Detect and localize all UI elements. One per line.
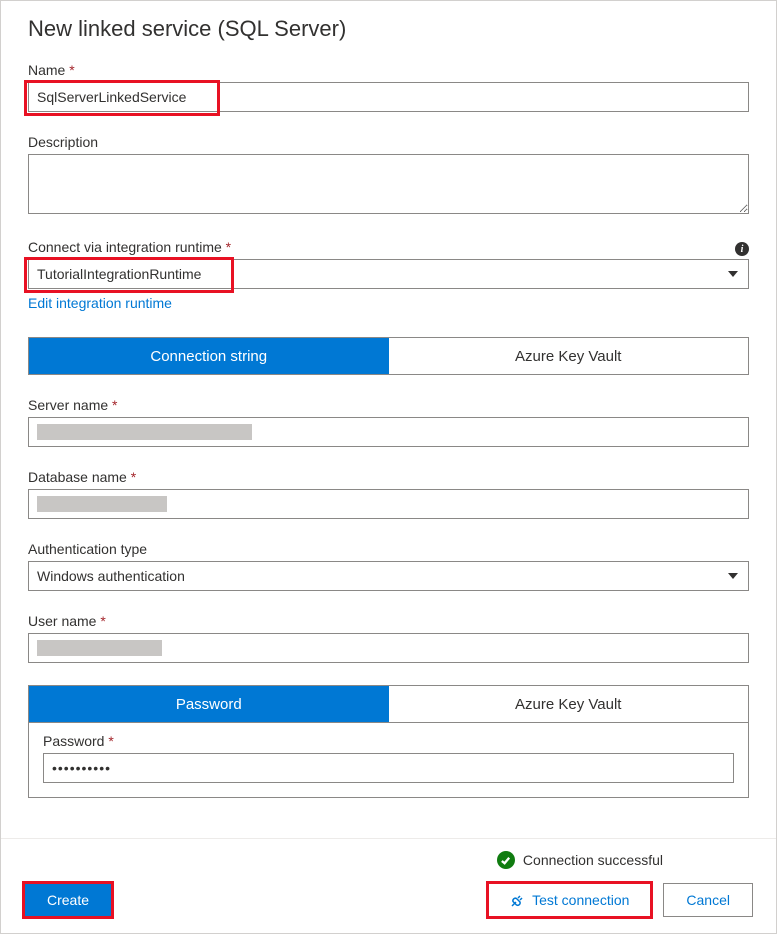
password-input[interactable] [43, 753, 734, 783]
name-input[interactable] [28, 82, 749, 112]
auth-type-select[interactable]: Windows authentication [28, 561, 749, 591]
plug-icon [510, 892, 526, 908]
database-name-input[interactable] [28, 489, 749, 519]
runtime-label: Connect via integration runtime [28, 239, 231, 255]
info-icon[interactable]: i [735, 242, 749, 256]
user-name-label: User name [28, 613, 749, 629]
runtime-value: TutorialIntegrationRuntime [37, 266, 201, 282]
footer: Connection successful Create Test connec… [0, 838, 777, 934]
page-title: New linked service (SQL Server) [28, 16, 749, 42]
connection-tab-row: Connection string Azure Key Vault [28, 337, 749, 375]
create-button[interactable]: Create [24, 883, 112, 917]
chevron-down-icon [728, 271, 738, 277]
auth-type-value: Windows authentication [37, 568, 185, 584]
tab-azure-key-vault[interactable]: Azure Key Vault [389, 338, 749, 374]
cancel-button[interactable]: Cancel [663, 883, 753, 917]
status-text: Connection successful [523, 852, 663, 868]
description-label: Description [28, 134, 749, 150]
description-input[interactable] [28, 154, 749, 214]
edit-runtime-link[interactable]: Edit integration runtime [28, 295, 172, 311]
test-connection-label: Test connection [532, 892, 629, 908]
password-tab-row: Password Azure Key Vault [28, 685, 749, 723]
tab-connection-string[interactable]: Connection string [29, 338, 389, 374]
success-icon [497, 851, 515, 869]
name-label: Name [28, 62, 749, 78]
database-name-label: Database name [28, 469, 749, 485]
runtime-select[interactable]: TutorialIntegrationRuntime [28, 259, 749, 289]
server-name-input[interactable] [28, 417, 749, 447]
password-block: Password [28, 723, 749, 798]
chevron-down-icon [728, 573, 738, 579]
user-name-input[interactable] [28, 633, 749, 663]
auth-type-label: Authentication type [28, 541, 749, 557]
tab-password-akv[interactable]: Azure Key Vault [389, 686, 749, 722]
server-name-label: Server name [28, 397, 749, 413]
tab-password[interactable]: Password [29, 686, 389, 722]
test-connection-button[interactable]: Test connection [488, 883, 651, 917]
password-label: Password [43, 733, 734, 749]
